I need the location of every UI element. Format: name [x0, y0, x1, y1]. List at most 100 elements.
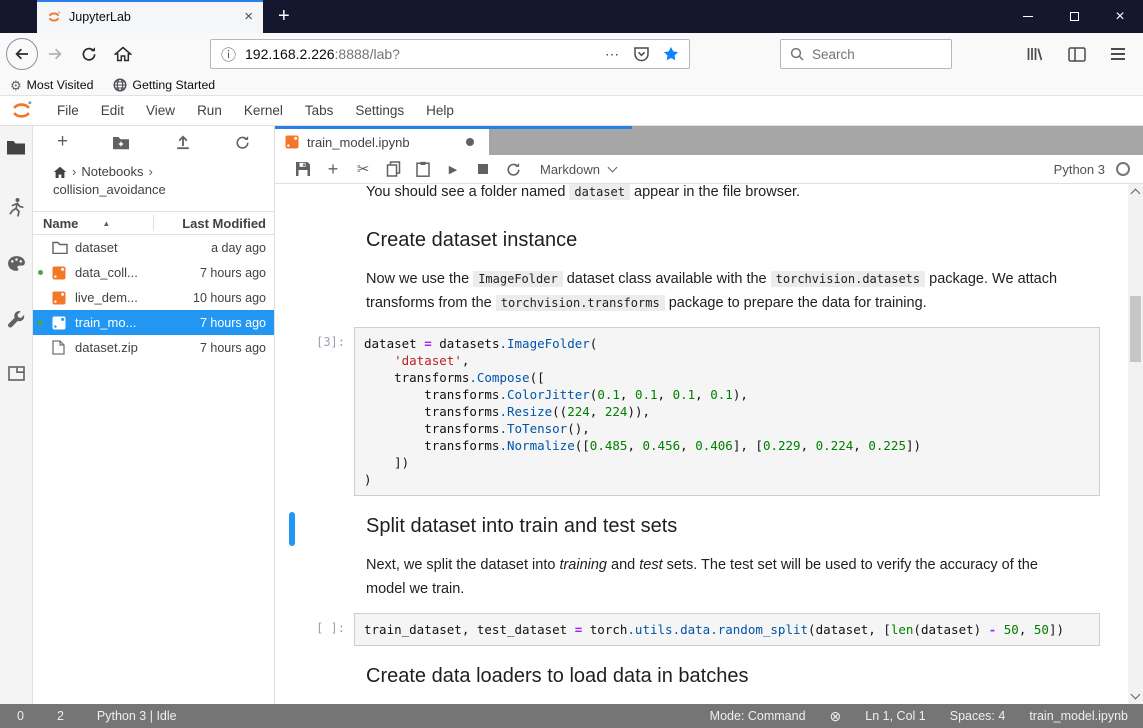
markdown-text-cell[interactable]: Now we use the ImageFolder dataset class…	[366, 267, 1066, 315]
terminals-count[interactable]: 0	[17, 709, 24, 723]
tab-spaces-indicator[interactable]: Spaces: 4	[950, 709, 1006, 723]
play-icon: ▶	[448, 163, 458, 176]
search-input[interactable]: Search	[780, 39, 952, 69]
scroll-down-arrow-icon[interactable]	[1128, 689, 1143, 704]
bookmark-most-visited[interactable]: ⚙ Most Visited	[10, 78, 93, 92]
insert-cell-button[interactable]: +	[318, 159, 348, 180]
sidebars-icon[interactable]	[1068, 46, 1086, 62]
menu-settings[interactable]: Settings	[344, 103, 415, 118]
kernel-status-text[interactable]: Python 3 | Idle	[97, 709, 177, 723]
gear-icon: ⚙	[10, 77, 22, 93]
inline-code: ImageFolder	[473, 271, 563, 287]
breadcrumb-current-folder[interactable]: collision_avoidance	[53, 181, 166, 199]
kernels-count[interactable]: 2	[57, 709, 64, 723]
open-tabs-icon[interactable]	[7, 366, 25, 381]
cell-type-dropdown[interactable]: Markdown	[540, 162, 618, 177]
code-cell[interactable]: [ ]: train_dataset, test_dataset = torch.…	[287, 613, 1100, 646]
unsaved-changes-dot-icon[interactable]	[466, 138, 474, 146]
dock-tab-bar: train_model.ipynb	[275, 126, 1143, 155]
property-inspector-wrench-icon[interactable]	[7, 310, 25, 328]
pocket-icon[interactable]	[633, 46, 650, 62]
save-button[interactable]	[288, 161, 318, 177]
scroll-up-arrow-icon[interactable]	[1128, 184, 1143, 199]
window-minimize-button[interactable]	[1005, 0, 1051, 33]
markdown-text-cell[interactable]: You should see a folder named dataset ap…	[366, 184, 1066, 204]
command-palette-icon[interactable]	[7, 255, 26, 272]
jupyterlab-menubar: File Edit View Run Kernel Tabs Settings …	[0, 96, 1143, 126]
code-editor[interactable]: dataset = datasets.ImageFolder( 'dataset…	[354, 327, 1100, 496]
site-info-icon[interactable]: ⓘ	[221, 44, 236, 65]
browser-titlebar: JupyterLab × + ×	[0, 0, 1143, 33]
menu-view[interactable]: View	[135, 103, 186, 118]
notebook-scrollbar[interactable]	[1128, 184, 1143, 704]
file-row[interactable]: dataset.zip 7 hours ago	[33, 335, 274, 360]
code-cell[interactable]: [3]: dataset = datasets.ImageFolder( 'dat…	[287, 327, 1100, 496]
copy-cells-button[interactable]	[378, 161, 408, 177]
refresh-file-list-button[interactable]	[235, 135, 250, 150]
url-bar[interactable]: ⓘ 192.168.2.226 :8888/lab? ⋯	[210, 39, 690, 69]
command-mode-indicator[interactable]: Mode: Command	[710, 709, 806, 723]
new-tab-button[interactable]: +	[263, 0, 305, 33]
window-maximize-button[interactable]	[1051, 0, 1097, 33]
upload-button[interactable]	[175, 134, 191, 150]
file-browser-tab-icon[interactable]	[6, 139, 26, 155]
menu-run[interactable]: Run	[186, 103, 233, 118]
menu-hamburger-icon[interactable]	[1111, 48, 1125, 60]
file-modified: 7 hours ago	[199, 315, 266, 330]
minimize-icon	[1023, 16, 1033, 17]
kernel-status-idle-icon[interactable]	[1116, 162, 1130, 176]
file-name: live_dem...	[75, 290, 138, 305]
markdown-heading-cell[interactable]: Create data loaders to load data in batc…	[366, 665, 1083, 688]
forward-button[interactable]	[38, 37, 72, 71]
markdown-text-cell[interactable]: Next, we split the dataset into training…	[366, 553, 1066, 601]
running-sessions-icon[interactable]	[8, 197, 24, 217]
notebook-tab[interactable]: train_model.ipynb	[275, 129, 489, 155]
maximize-icon	[1069, 12, 1079, 21]
window-close-button[interactable]: ×	[1097, 0, 1143, 33]
sort-by-modified-header[interactable]: Last Modified	[182, 216, 274, 231]
back-button[interactable]	[6, 38, 38, 70]
menu-file[interactable]: File	[46, 103, 90, 118]
reload-button[interactable]	[72, 37, 106, 71]
browser-tab[interactable]: JupyterLab ×	[37, 0, 263, 33]
breadcrumb-home-icon[interactable]	[53, 166, 67, 179]
window-controls: ×	[1005, 0, 1143, 33]
library-icon[interactable]	[1026, 46, 1043, 62]
home-button[interactable]	[106, 37, 140, 71]
new-folder-button[interactable]	[112, 135, 130, 150]
cell-prompt: [3]:	[316, 335, 345, 349]
chevron-down-icon	[607, 162, 618, 172]
text-run: Now we use the	[366, 271, 474, 287]
code-editor[interactable]: train_dataset, test_dataset = torch.util…	[354, 613, 1100, 646]
file-row[interactable]: train_mo... 7 hours ago	[33, 310, 274, 335]
restart-kernel-button[interactable]	[498, 162, 528, 177]
search-icon	[790, 47, 804, 61]
markdown-heading-cell[interactable]: Create dataset instance	[366, 229, 1083, 252]
bookmark-star-icon[interactable]	[663, 46, 679, 62]
markdown-heading-cell[interactable]: Split dataset into train and test sets	[289, 512, 1083, 546]
paste-cells-button[interactable]	[408, 161, 438, 177]
kernel-name[interactable]: Python 3	[1054, 162, 1105, 177]
menu-kernel[interactable]: Kernel	[233, 103, 294, 118]
globe-icon	[113, 78, 127, 92]
file-row[interactable]: live_dem... 10 hours ago	[33, 285, 274, 310]
jupyter-logo-icon	[10, 99, 33, 122]
breadcrumb-separator: ›	[72, 164, 77, 179]
tab-close-icon[interactable]: ×	[244, 9, 253, 24]
cut-cells-button[interactable]: ✂	[348, 160, 378, 178]
file-row[interactable]: dataset a day ago	[33, 235, 274, 260]
run-cell-button[interactable]: ▶	[438, 163, 468, 176]
file-name: data_coll...	[75, 265, 138, 280]
breadcrumb-notebooks[interactable]: Notebooks	[81, 163, 143, 181]
file-row[interactable]: data_coll... 7 hours ago	[33, 260, 274, 285]
page-actions-icon[interactable]: ⋯	[605, 46, 620, 63]
sort-by-name-header[interactable]: Name	[33, 216, 78, 231]
interrupt-kernel-button[interactable]	[468, 164, 498, 174]
bookmark-getting-started[interactable]: Getting Started	[113, 78, 215, 92]
scrollbar-thumb[interactable]	[1130, 296, 1141, 362]
menu-help[interactable]: Help	[415, 103, 465, 118]
menu-tabs[interactable]: Tabs	[294, 103, 345, 118]
cursor-position[interactable]: Ln 1, Col 1	[865, 709, 925, 723]
new-launcher-button[interactable]: +	[57, 131, 68, 153]
menu-edit[interactable]: Edit	[90, 103, 135, 118]
